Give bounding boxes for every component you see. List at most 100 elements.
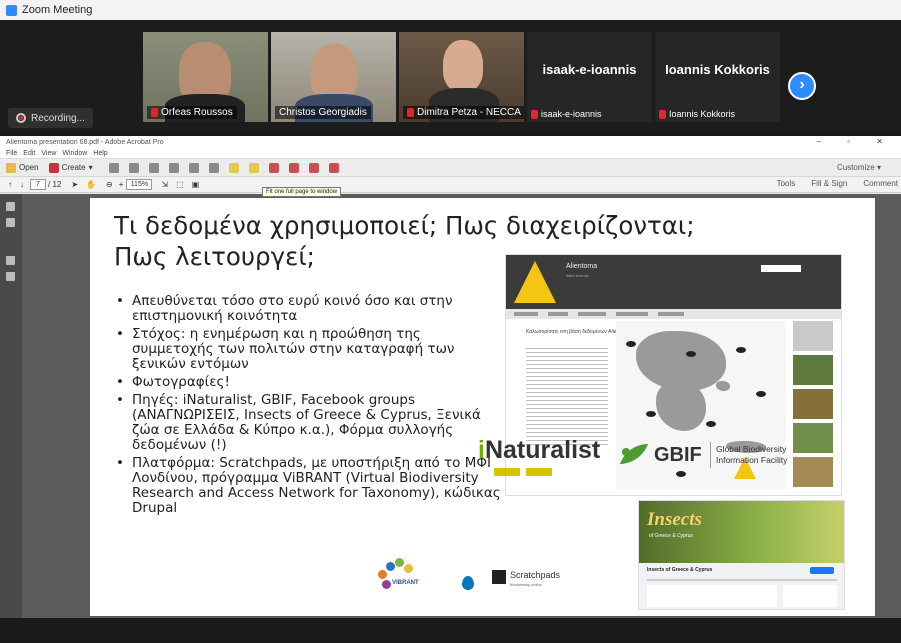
- slide-title-line: Τι δεδομένα χρησιμοποιεί; Πως διαχειρίζο…: [114, 211, 695, 240]
- site-name: Alientoma: [566, 263, 598, 270]
- prev-page-icon[interactable]: ↑: [8, 180, 12, 189]
- site-body-text: [526, 345, 608, 445]
- natgeo-logo: [526, 468, 552, 476]
- window-controls[interactable]: – ▫ ✕: [817, 137, 895, 146]
- inaturalist-partner-logos: [494, 468, 554, 476]
- mic-muted-icon: [659, 109, 666, 119]
- acrobat-window-title: Alientoma presentation 68.pdf - Adobe Ac…: [6, 138, 164, 146]
- gear-icon[interactable]: [208, 162, 219, 173]
- species-photo: [793, 457, 833, 487]
- participant-video: [443, 40, 483, 92]
- inaturalist-logo: iNaturalist: [478, 436, 601, 464]
- site-heading: Καλωσορίσατε στη βάση δεδομένων Alientom…: [526, 329, 631, 335]
- fb-group-title: Insects of Greece & Cyprus: [647, 567, 713, 573]
- next-page-button[interactable]: ›: [788, 72, 816, 100]
- recording-indicator[interactable]: Recording...: [8, 108, 93, 128]
- mic-muted-icon: [407, 108, 414, 117]
- participant-name: Dimitra Petza - NECCA ...: [403, 106, 524, 119]
- fit-width-icon[interactable]: ⇲: [161, 180, 168, 189]
- bullet-item: Πλατφόρμα: Scratchpads, με υποστήριξη απ…: [114, 455, 504, 516]
- page-thumbnails-icon[interactable]: [6, 202, 15, 211]
- select-icon[interactable]: ➤: [71, 180, 78, 189]
- facebook-group-screenshot: Insects of Greece & Cyprus Insects of Gr…: [638, 500, 845, 610]
- menu-view[interactable]: View: [41, 150, 56, 157]
- fb-about-box: [783, 585, 837, 607]
- participant-name: Orfeas Roussos: [147, 106, 237, 119]
- highlight-icon[interactable]: [228, 162, 239, 173]
- comment-icon[interactable]: [248, 162, 259, 173]
- open-button[interactable]: Open: [6, 162, 39, 173]
- species-photo: [793, 389, 833, 419]
- page-number-input[interactable]: 7: [30, 179, 46, 190]
- site-search-box: [761, 265, 801, 272]
- bookmarks-icon[interactable]: [6, 218, 15, 227]
- participant-display-name: Ioannis Kokkoris: [665, 62, 770, 77]
- tab-fill-sign[interactable]: Fill & Sign: [808, 179, 850, 188]
- share-icon[interactable]: [288, 162, 299, 173]
- settings-icon[interactable]: [128, 162, 139, 173]
- left-navigation-pane: [0, 194, 22, 618]
- fb-cover-subtitle: of Greece & Cyprus: [649, 533, 693, 539]
- species-photo: [793, 423, 833, 453]
- customize-button[interactable]: Customize ▾: [837, 163, 881, 172]
- zoom-in-icon[interactable]: +: [119, 180, 124, 189]
- site-nav-item: [548, 312, 568, 316]
- vibrant-dot: [378, 570, 387, 579]
- mic-muted-icon: [151, 108, 158, 117]
- right-panel-tabs: Tools Fill & Sign Comment: [774, 179, 901, 188]
- layers-icon[interactable]: [6, 256, 15, 265]
- site-nav-item: [514, 312, 538, 316]
- chevron-right-icon: ›: [799, 76, 805, 93]
- recording-label: Recording...: [31, 112, 85, 124]
- document-viewer[interactable]: Τι δεδομένα χρησιμοποιεί; Πως διαχειρίζο…: [22, 194, 901, 618]
- attachments-icon[interactable]: [6, 272, 15, 281]
- menu-edit[interactable]: Edit: [23, 150, 35, 157]
- toolbar-icons: [108, 162, 339, 173]
- review-icon[interactable]: [328, 162, 339, 173]
- fb-tabs-bar: [647, 579, 837, 581]
- vibrant-dot: [386, 562, 395, 571]
- zoom-level-select[interactable]: 115%: [126, 179, 153, 190]
- menu-help[interactable]: Help: [93, 150, 107, 157]
- export-icon[interactable]: [308, 162, 319, 173]
- bullet-item: Πηγές: iNaturalist, GBIF, Facebook group…: [114, 392, 504, 453]
- zoom-logo-icon: [6, 4, 17, 16]
- map-island: [716, 381, 730, 391]
- species-thumbnails: [793, 321, 835, 493]
- menu-file[interactable]: File: [6, 150, 17, 157]
- menu-window[interactable]: Window: [62, 150, 87, 157]
- next-page-icon[interactable]: ↓: [20, 180, 24, 189]
- stamp-icon[interactable]: [268, 162, 279, 173]
- participant-tile[interactable]: isaak-e-ioannis isaak-e-ioannis: [527, 32, 652, 122]
- fb-cover-photo: Insects of Greece & Cyprus: [639, 501, 844, 563]
- email-icon[interactable]: [188, 162, 199, 173]
- site-nav-item: [578, 312, 606, 316]
- print-icon[interactable]: [148, 162, 159, 173]
- hand-icon[interactable]: ✋: [86, 180, 96, 189]
- tab-tools[interactable]: Tools: [774, 179, 799, 188]
- participant-tile[interactable]: Christos Georgiadis: [271, 32, 396, 122]
- species-photo: [793, 355, 833, 385]
- page-total: / 12: [48, 180, 62, 189]
- participant-tile[interactable]: Orfeas Roussos: [143, 32, 268, 122]
- insect-icon: [686, 351, 696, 357]
- create-button[interactable]: Create ▾: [48, 162, 93, 173]
- fb-join-button: [810, 567, 834, 574]
- participant-tile[interactable]: Dimitra Petza - NECCA ...: [399, 32, 524, 122]
- acrobat-menubar: File Edit View Window Help: [0, 148, 901, 159]
- read-mode-icon[interactable]: ▣: [192, 180, 200, 189]
- edit-icon[interactable]: [168, 162, 179, 173]
- scratchpads-logo-text: Scratchpads: [510, 570, 561, 580]
- tab-comment[interactable]: Comment: [860, 179, 901, 188]
- site-nav: [506, 309, 841, 319]
- participant-tile[interactable]: Ioannis Kokkoris Ioannis Kokkoris: [655, 32, 780, 122]
- tooltip: Fit one full page to window: [262, 187, 342, 197]
- save-icon[interactable]: [108, 162, 119, 173]
- site-nav-item: [658, 312, 684, 316]
- zoom-out-icon[interactable]: ⊖: [106, 180, 113, 189]
- alientoma-logo: [514, 261, 556, 303]
- fit-page-icon[interactable]: ⬚: [176, 180, 184, 189]
- map-peninsula: [656, 381, 706, 431]
- chevron-down-icon: ▾: [88, 163, 93, 172]
- scratchpads-tagline: biodiversity online: [510, 582, 542, 587]
